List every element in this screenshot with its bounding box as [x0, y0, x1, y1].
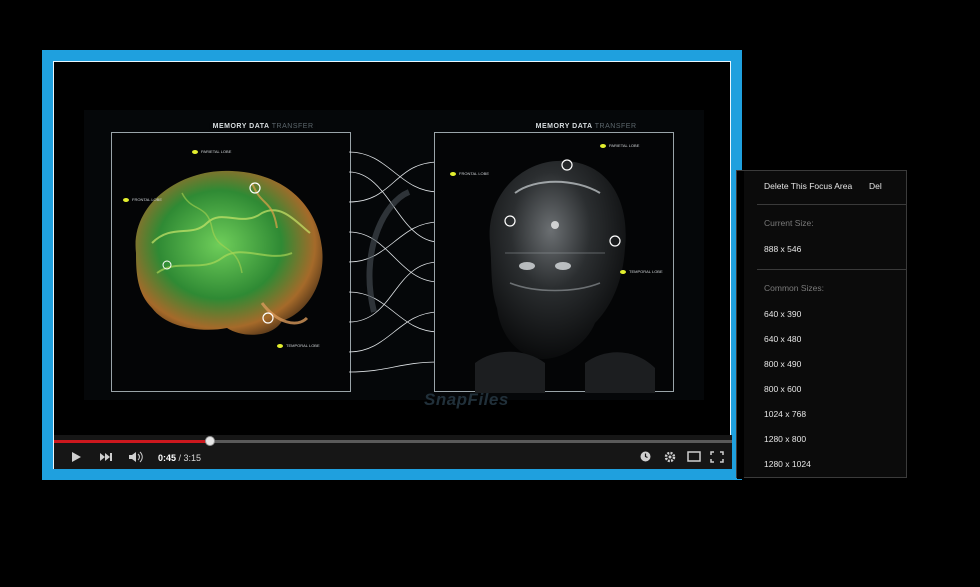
player-controls: 0:45 / 3:15 — [54, 435, 732, 469]
fullscreen-button[interactable] — [710, 451, 724, 463]
fullscreen-icon — [710, 451, 724, 463]
menu-item-size[interactable]: 800 x 600 — [764, 384, 801, 394]
progress-bar[interactable] — [54, 436, 732, 446]
progress-handle[interactable] — [204, 436, 215, 446]
volume-icon — [129, 451, 143, 463]
brain-label-2: FRONTAL LOBE — [123, 197, 162, 202]
connection-lines — [349, 151, 439, 373]
skip-next-icon — [100, 453, 112, 461]
clock-icon — [640, 451, 651, 462]
current-size-heading: Current Size: — [764, 218, 814, 228]
settings-button[interactable] — [664, 451, 676, 463]
delete-shortcut: Del — [869, 181, 882, 191]
next-button[interactable] — [99, 451, 113, 463]
menu-separator — [757, 269, 907, 270]
play-button[interactable] — [70, 451, 82, 463]
current-time: 0:45 — [158, 453, 177, 463]
time-separator: / — [176, 453, 184, 463]
progress-played — [54, 440, 210, 443]
brain-label-3: TEMPORAL LOBE — [277, 343, 320, 348]
duration: 3:15 — [183, 453, 202, 463]
right-panel-title-main: MEMORY DATA — [535, 123, 593, 130]
menu-item-size[interactable]: 640 x 390 — [764, 309, 801, 319]
play-icon — [72, 452, 81, 462]
head-label-1: PARIETAL LOBE — [600, 143, 639, 148]
left-panel-title-dim: TRANSFER — [271, 123, 314, 130]
head-label-2: FRONTAL LOBE — [450, 171, 489, 176]
brain-label-1: PARIETAL LOBE — [192, 149, 231, 154]
left-panel: MEMORY DATA TRANSFER PARIETAL LOBE FRONT… — [111, 123, 351, 392]
focus-area-frame[interactable]: MEMORY DATA TRANSFER PARIETAL LOBE FRONT… — [42, 50, 742, 480]
time-display: 0:45 / 3:15 — [158, 453, 201, 463]
menu-item-delete-label: Delete This Focus Area — [764, 181, 853, 191]
right-panel-title: MEMORY DATA TRANSFER — [532, 123, 640, 130]
menu-item-size[interactable]: 1280 x 1024 — [764, 459, 811, 469]
theater-mode-icon — [687, 451, 701, 462]
right-panel-title-dim: TRANSFER — [594, 123, 637, 130]
right-panel: MEMORY DATA TRANSFER PARIETAL LOBE FRONT… — [434, 123, 674, 393]
brain-illustration — [135, 170, 323, 335]
menu-gutter — [737, 171, 744, 479]
menu-item-size[interactable]: 1024 x 768 — [764, 409, 806, 419]
left-panel-title: MEMORY DATA TRANSFER — [209, 123, 317, 130]
theater-mode-button[interactable] — [687, 451, 701, 462]
gear-icon — [664, 451, 676, 463]
menu-item-delete-focus-area[interactable]: Delete This Focus Area — [764, 181, 852, 191]
watch-later-button[interactable] — [640, 451, 651, 462]
head-label-3: TEMPORAL LOBE — [620, 269, 663, 274]
menu-item-size[interactable]: 1280 x 800 — [764, 434, 806, 444]
video-frame: MEMORY DATA TRANSFER PARIETAL LOBE FRONT… — [84, 110, 704, 409]
left-panel-title-main: MEMORY DATA — [212, 123, 270, 130]
volume-button[interactable] — [128, 451, 144, 463]
video-player[interactable]: MEMORY DATA TRANSFER PARIETAL LOBE FRONT… — [53, 61, 732, 469]
common-sizes-heading: Common Sizes: — [764, 283, 824, 293]
menu-item-size[interactable]: 800 x 490 — [764, 359, 801, 369]
focus-area-context-menu: Delete This Focus Area Del Current Size:… — [736, 170, 907, 479]
menu-separator — [757, 204, 907, 205]
menu-item-current-size[interactable]: 888 x 546 — [764, 244, 801, 254]
watermark-logo: SnapFiles — [424, 390, 509, 409]
menu-item-size[interactable]: 640 x 480 — [764, 334, 801, 344]
